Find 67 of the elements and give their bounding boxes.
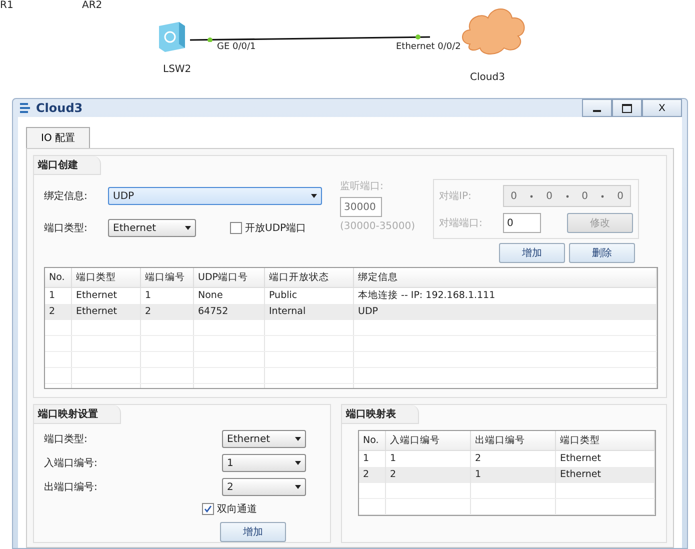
table-cell: Ethernet (72, 304, 140, 320)
field-label: 对端端口: (439, 216, 484, 230)
table-cell: 本地连接 -- IP: 192.168.1.111 (354, 288, 656, 304)
dropdown[interactable]: UDP (108, 187, 322, 205)
table-cell: 1 (45, 288, 72, 304)
checkbox-label: 双向通道 (217, 502, 257, 516)
column-header: 端口开放状态 (264, 268, 354, 288)
table-cell: Ethernet (72, 288, 140, 304)
table-cell: Public (264, 288, 354, 304)
dropdown[interactable]: 2 (222, 478, 306, 496)
group-title: 端口映射表 (342, 405, 419, 424)
tab[interactable]: IO 配置 (26, 127, 90, 148)
device-label: AR2 (82, 0, 102, 11)
checkbox[interactable]: 开放UDP端口 (230, 221, 306, 235)
device-label: Cloud3 (470, 72, 505, 83)
device-label: LSW2 (163, 64, 192, 75)
field-label: 入端口编号: (44, 456, 98, 470)
group-title: 端口创建 (34, 156, 101, 175)
column-header: 出端口编号 (470, 431, 556, 450)
table-cell: 2 (45, 304, 72, 320)
table-cell: 1 (140, 288, 194, 304)
dropdown[interactable]: 1 (222, 454, 306, 472)
checkbox-label: 开放UDP端口 (245, 222, 306, 235)
table-cell: 1 (359, 450, 386, 466)
hint-text: (30000-35000) (340, 221, 416, 232)
ip-octet: 0 (582, 190, 588, 202)
field-label: 端口类型: (44, 222, 88, 235)
table-cell: Ethernet (556, 466, 654, 482)
group-title: 端口映射设置 (34, 405, 121, 424)
field-label: 出端口编号: (44, 480, 98, 494)
column-header: 绑定信息 (354, 268, 656, 288)
close-button[interactable]: X (642, 99, 682, 117)
table-cell: 1 (470, 466, 556, 482)
table-cell: Internal (264, 304, 354, 320)
add-button[interactable]: 增加 (220, 522, 286, 542)
action-button[interactable]: 增加 (499, 243, 566, 263)
dropdown[interactable]: Ethernet (108, 219, 196, 237)
field-label: 对端IP: (439, 190, 472, 203)
table-cell: 2 (470, 450, 556, 466)
ip-octet: 0 (546, 190, 552, 202)
field-label: 监听端口: (340, 180, 384, 193)
table-cell: 2 (140, 304, 194, 320)
ip-octet: 0 (617, 190, 624, 202)
column-header: 端口编号 (140, 268, 194, 288)
column-header: No. (359, 431, 386, 450)
table-cell: None (194, 288, 264, 304)
action-button[interactable]: 删除 (569, 243, 636, 263)
column-header: 端口类型 (556, 431, 654, 450)
field-label: 绑定信息: (44, 190, 88, 203)
column-header: 入端口编号 (386, 431, 470, 450)
column-header: UDP端口号 (194, 268, 264, 288)
table-cell: UDP (354, 304, 656, 320)
port-label: GE 0/0/1 (217, 42, 256, 52)
checkbox[interactable]: 双向通道 (202, 502, 306, 516)
device-label: R1 (0, 0, 14, 11)
window-title: Cloud3 (36, 101, 84, 115)
column-header: No. (45, 268, 72, 288)
ip-octet: 0 (510, 190, 517, 202)
port-label: Ethernet 0/0/2 (396, 42, 461, 52)
column-header: 端口类型 (72, 268, 140, 288)
table-cell: Ethernet (556, 450, 654, 466)
table-cell: 2 (386, 466, 470, 482)
field-label: 端口类型: (44, 432, 88, 446)
table-cell: 1 (386, 450, 470, 466)
table-cell: 2 (359, 466, 386, 482)
table-cell: 64752 (194, 304, 264, 320)
dropdown[interactable]: Ethernet (222, 430, 306, 448)
